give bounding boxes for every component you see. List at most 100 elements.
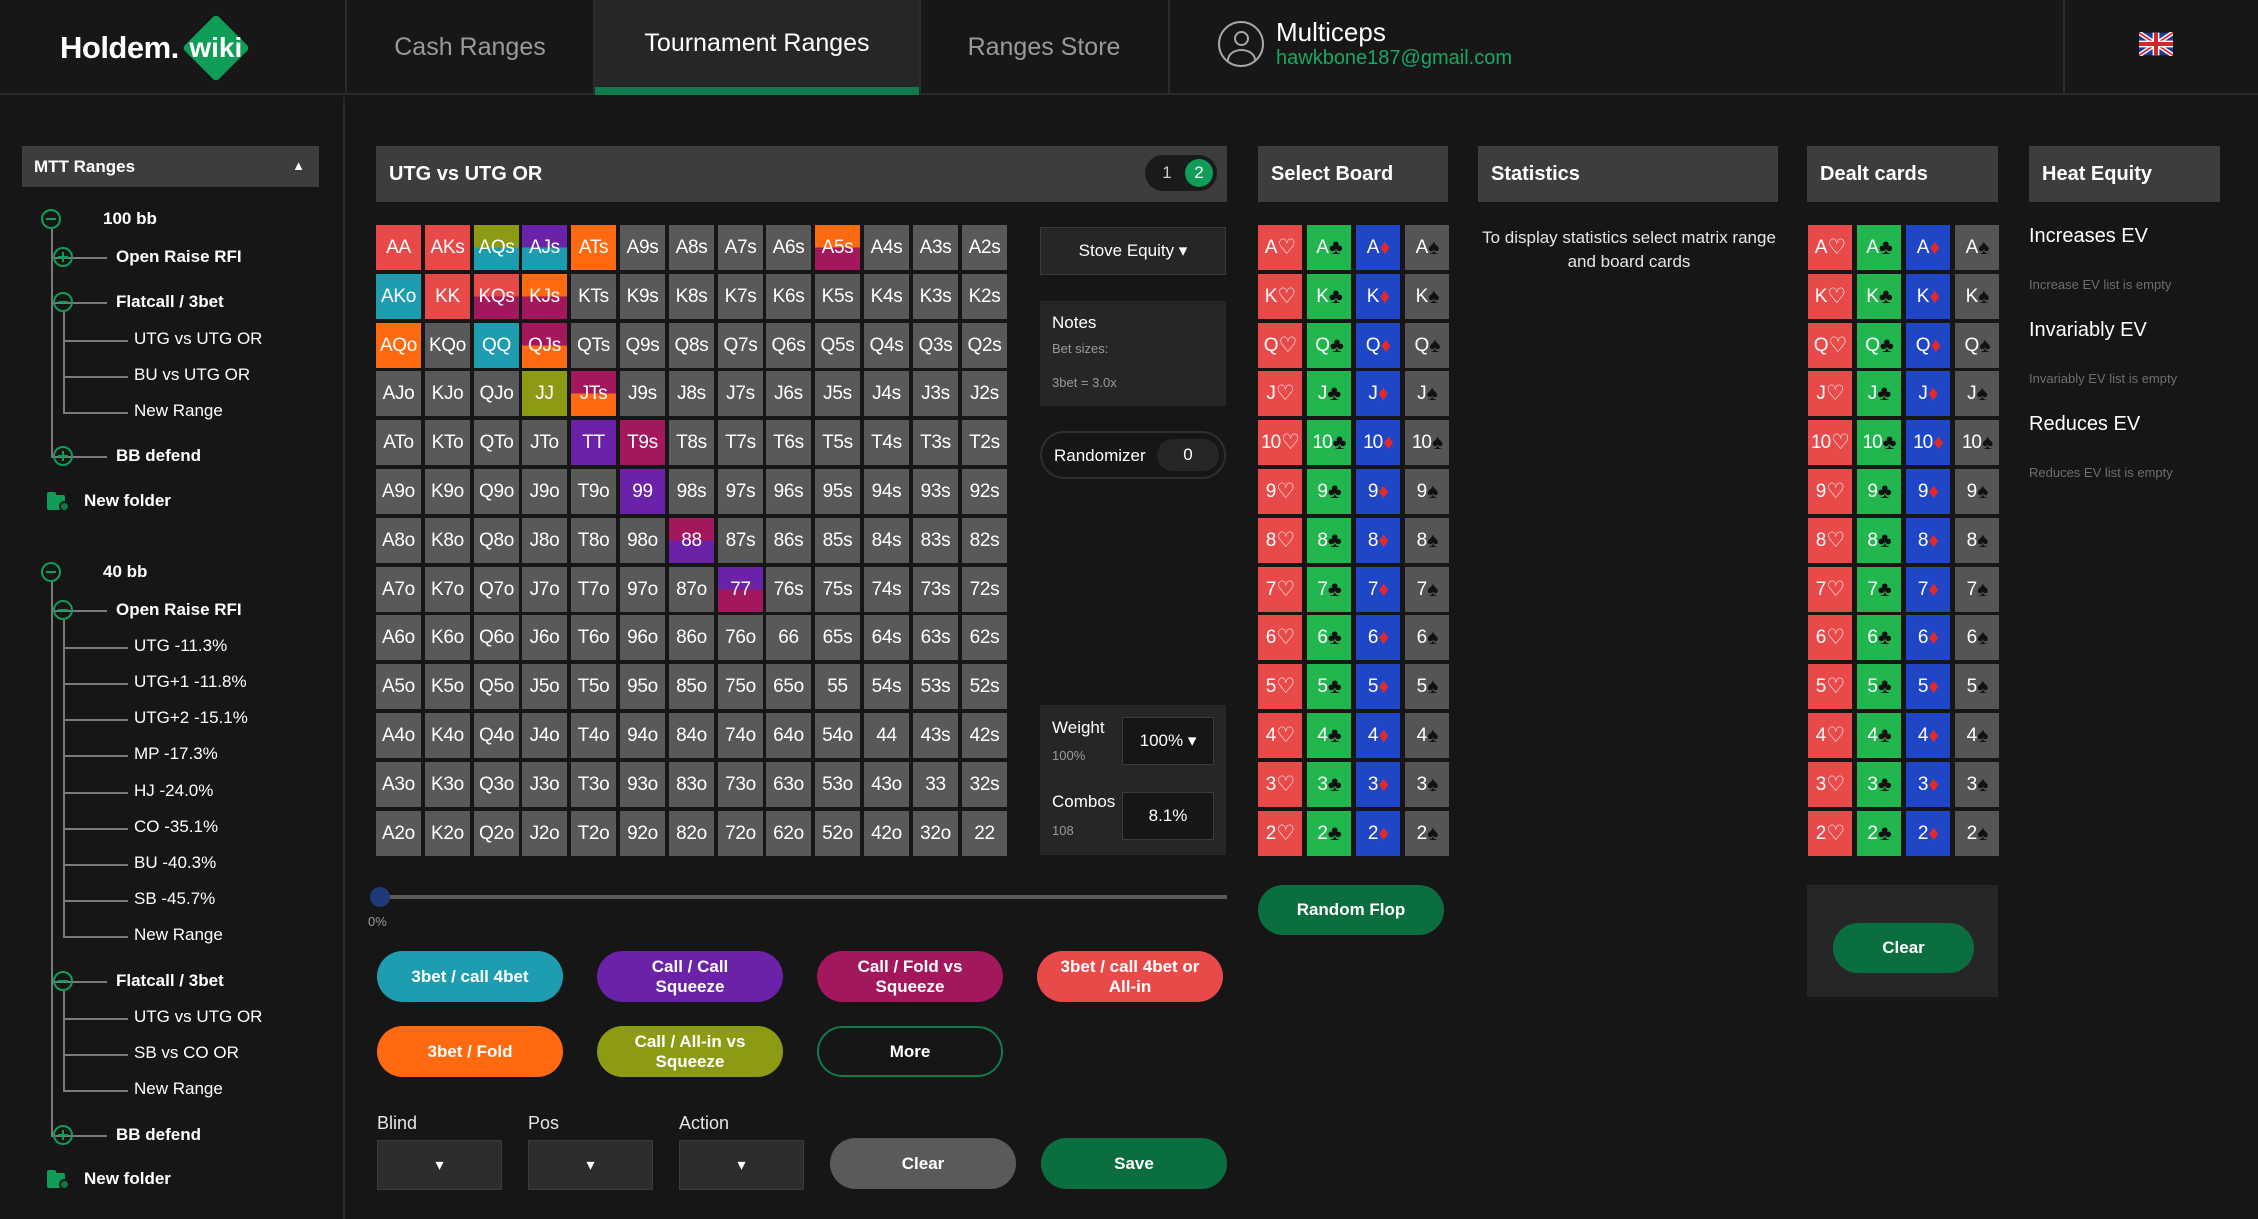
range-cell[interactable]: 44: [864, 713, 909, 758]
board-card[interactable]: 4 ♣: [1307, 713, 1351, 758]
dealt-card[interactable]: K ♠: [1955, 274, 1999, 319]
action-button[interactable]: More: [817, 1026, 1003, 1077]
range-cell[interactable]: K7s: [718, 274, 763, 319]
range-cell[interactable]: AKs: [425, 225, 470, 270]
range-cell[interactable]: J2o: [522, 811, 567, 856]
range-cell[interactable]: T4s: [864, 420, 909, 465]
weight-slider-thumb[interactable]: [370, 887, 390, 907]
tree-range-item[interactable]: UTG vs UTG OR: [134, 329, 262, 349]
weight-select[interactable]: 100% ▾: [1122, 717, 1214, 765]
range-cell[interactable]: A4s: [864, 225, 909, 270]
range-cell[interactable]: 53s: [913, 664, 958, 709]
tree-range-item[interactable]: BU vs UTG OR: [134, 365, 250, 385]
range-cell[interactable]: Q2o: [474, 811, 519, 856]
dealt-card[interactable]: 10 ♡: [1808, 420, 1852, 465]
dealt-card[interactable]: 3 ♠: [1955, 762, 1999, 807]
range-cell[interactable]: K8o: [425, 518, 470, 563]
range-cell[interactable]: J9s: [620, 371, 665, 416]
range-cell[interactable]: Q6s: [766, 323, 811, 368]
board-card[interactable]: J ♠: [1405, 371, 1449, 416]
tree-range-item[interactable]: UTG+1 -11.8%: [134, 672, 247, 692]
range-cell[interactable]: A4o: [376, 713, 421, 758]
range-cell[interactable]: 94s: [864, 469, 909, 514]
range-cell[interactable]: 95s: [815, 469, 860, 514]
board-card[interactable]: 10 ♡: [1258, 420, 1302, 465]
range-cell[interactable]: ATs: [571, 225, 616, 270]
dealt-card[interactable]: 2 ♠: [1955, 811, 1999, 856]
tree-range-item[interactable]: UTG -11.3%: [134, 636, 227, 656]
dealt-card[interactable]: 4 ♠: [1955, 713, 1999, 758]
range-cell[interactable]: JJ: [522, 371, 567, 416]
pos-select[interactable]: ▾: [528, 1140, 653, 1190]
dealt-card[interactable]: 2 ♦: [1906, 811, 1950, 856]
board-card[interactable]: 9 ♦: [1356, 469, 1400, 514]
dealt-card[interactable]: 7 ♣: [1857, 567, 1901, 612]
dealt-card[interactable]: 2 ♡: [1808, 811, 1852, 856]
range-cell[interactable]: Q7o: [474, 567, 519, 612]
dealt-card[interactable]: 10 ♠: [1955, 420, 1999, 465]
board-card[interactable]: 6 ♣: [1307, 615, 1351, 660]
board-card[interactable]: 9 ♠: [1405, 469, 1449, 514]
range-cell[interactable]: J4o: [522, 713, 567, 758]
range-cell[interactable]: J8o: [522, 518, 567, 563]
tree-folder-bb-defend[interactable]: BB defend: [116, 1125, 201, 1145]
range-cell[interactable]: A8o: [376, 518, 421, 563]
range-cell[interactable]: J6s: [766, 371, 811, 416]
dealt-card[interactable]: A ♠: [1955, 225, 1999, 270]
range-cell[interactable]: Q2s: [962, 323, 1007, 368]
dealt-card[interactable]: A ♣: [1857, 225, 1901, 270]
dealt-card[interactable]: J ♣: [1857, 371, 1901, 416]
board-card[interactable]: 4 ♠: [1405, 713, 1449, 758]
tree-group-100bb[interactable]: 100 bb: [103, 209, 157, 229]
range-cell[interactable]: A9s: [620, 225, 665, 270]
range-cell[interactable]: 75s: [815, 567, 860, 612]
range-cell[interactable]: K3s: [913, 274, 958, 319]
new-folder-button[interactable]: New folder: [84, 491, 171, 511]
range-cell[interactable]: 22: [962, 811, 1007, 856]
range-cell[interactable]: 32o: [913, 811, 958, 856]
collapse-icon[interactable]: [41, 209, 61, 229]
dealt-card[interactable]: 8 ♠: [1955, 518, 1999, 563]
board-card[interactable]: 5 ♠: [1405, 664, 1449, 709]
range-cell[interactable]: 86o: [669, 615, 714, 660]
dealt-card[interactable]: A ♡: [1808, 225, 1852, 270]
range-cell[interactable]: 74s: [864, 567, 909, 612]
dealt-card[interactable]: 3 ♡: [1808, 762, 1852, 807]
dealt-card[interactable]: 3 ♦: [1906, 762, 1950, 807]
board-card[interactable]: 4 ♦: [1356, 713, 1400, 758]
dealt-card[interactable]: J ♡: [1808, 371, 1852, 416]
collapse-icon[interactable]: [53, 600, 73, 620]
action-button[interactable]: 3bet / call 4bet: [377, 951, 563, 1002]
action-select[interactable]: ▾: [679, 1140, 804, 1190]
range-cell[interactable]: 76o: [718, 615, 763, 660]
board-card[interactable]: A ♣: [1307, 225, 1351, 270]
range-cell[interactable]: Q9s: [620, 323, 665, 368]
dealt-card[interactable]: 7 ♦: [1906, 567, 1950, 612]
range-cell[interactable]: 85s: [815, 518, 860, 563]
range-cell[interactable]: Q8o: [474, 518, 519, 563]
board-card[interactable]: 10 ♣: [1307, 420, 1351, 465]
range-cell[interactable]: J8s: [669, 371, 714, 416]
range-cell[interactable]: J9o: [522, 469, 567, 514]
range-cell[interactable]: AQo: [376, 323, 421, 368]
dealt-card[interactable]: 7 ♡: [1808, 567, 1852, 612]
dealt-card[interactable]: K ♦: [1906, 274, 1950, 319]
range-cell[interactable]: K3o: [425, 762, 470, 807]
range-cell[interactable]: 99: [620, 469, 665, 514]
board-card[interactable]: K ♡: [1258, 274, 1302, 319]
range-cell[interactable]: A2s: [962, 225, 1007, 270]
dealt-card[interactable]: 4 ♦: [1906, 713, 1950, 758]
range-cell[interactable]: AJs: [522, 225, 567, 270]
range-cell[interactable]: A2o: [376, 811, 421, 856]
tree-folder-bb-defend[interactable]: BB defend: [116, 446, 201, 466]
board-card[interactable]: 2 ♦: [1356, 811, 1400, 856]
range-cell[interactable]: J5o: [522, 664, 567, 709]
range-cell[interactable]: J3o: [522, 762, 567, 807]
range-cell[interactable]: 73o: [718, 762, 763, 807]
weight-slider-track[interactable]: [377, 895, 1227, 899]
range-cell[interactable]: QJo: [474, 371, 519, 416]
dealt-card[interactable]: J ♠: [1955, 371, 1999, 416]
range-cell[interactable]: KTs: [571, 274, 616, 319]
tree-range-item[interactable]: UTG vs UTG OR: [134, 1007, 262, 1027]
range-cell[interactable]: 63o: [766, 762, 811, 807]
